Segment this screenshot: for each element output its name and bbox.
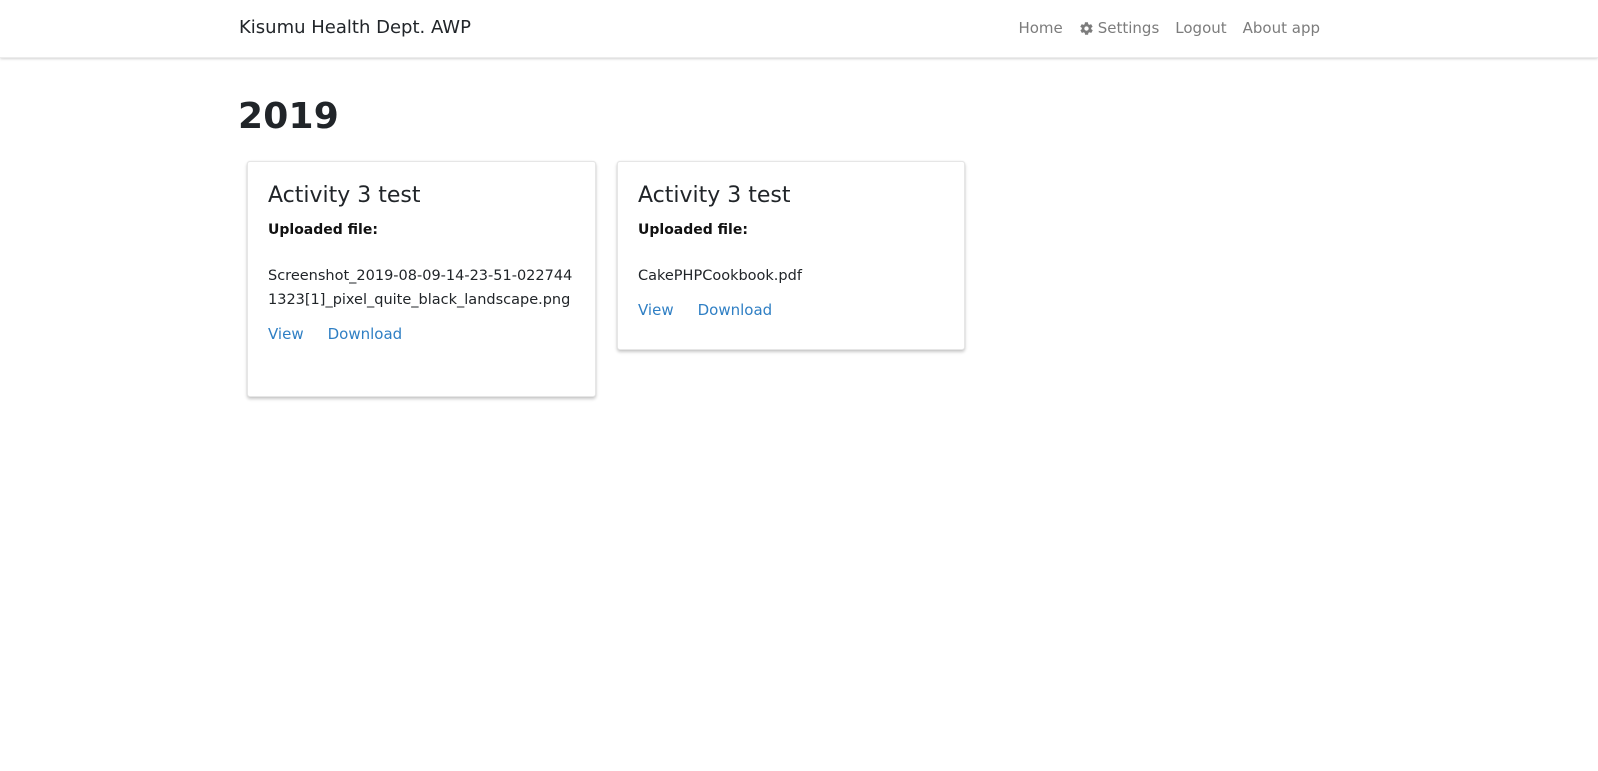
top-navbar: Kisumu Health Dept. AWP Home Settings Lo… bbox=[0, 0, 1598, 58]
nav-home-link[interactable]: Home bbox=[1018, 19, 1062, 37]
year-heading: 2019 bbox=[238, 96, 339, 137]
view-link[interactable]: View bbox=[268, 325, 304, 343]
card-actions: View Download bbox=[638, 301, 944, 319]
file-card: Activity 3 test Uploaded file: Screensho… bbox=[247, 161, 596, 397]
nav-home-label: Home bbox=[1018, 19, 1063, 37]
nav-links: Home Settings Logout About app bbox=[1018, 19, 1320, 37]
card-actions: View Download bbox=[268, 325, 575, 343]
nav-logout-link[interactable]: Logout bbox=[1175, 19, 1226, 37]
download-link[interactable]: Download bbox=[328, 325, 403, 343]
card-title: Activity 3 test bbox=[638, 183, 791, 208]
nav-about-link[interactable]: About app bbox=[1243, 19, 1320, 37]
file-card: Activity 3 test Uploaded file: CakePHPCo… bbox=[617, 161, 965, 350]
gear-icon bbox=[1080, 21, 1093, 35]
view-link[interactable]: View bbox=[638, 301, 674, 319]
download-link[interactable]: Download bbox=[698, 301, 773, 319]
uploaded-file-label: Uploaded file: bbox=[268, 222, 378, 238]
file-name: CakePHPCookbook.pdf bbox=[638, 268, 802, 284]
file-name: Screenshot_2019-08-09-14-23-51-022744132… bbox=[268, 268, 573, 308]
nav-settings-label: Settings bbox=[1097, 19, 1160, 37]
nav-logout-label: Logout bbox=[1175, 19, 1227, 37]
nav-about-label: About app bbox=[1242, 19, 1320, 37]
card-title: Activity 3 test bbox=[268, 183, 421, 208]
brand-link[interactable]: Kisumu Health Dept. AWP bbox=[239, 17, 471, 38]
uploaded-file-label: Uploaded file: bbox=[638, 222, 748, 238]
nav-settings-link[interactable]: Settings bbox=[1079, 19, 1160, 37]
